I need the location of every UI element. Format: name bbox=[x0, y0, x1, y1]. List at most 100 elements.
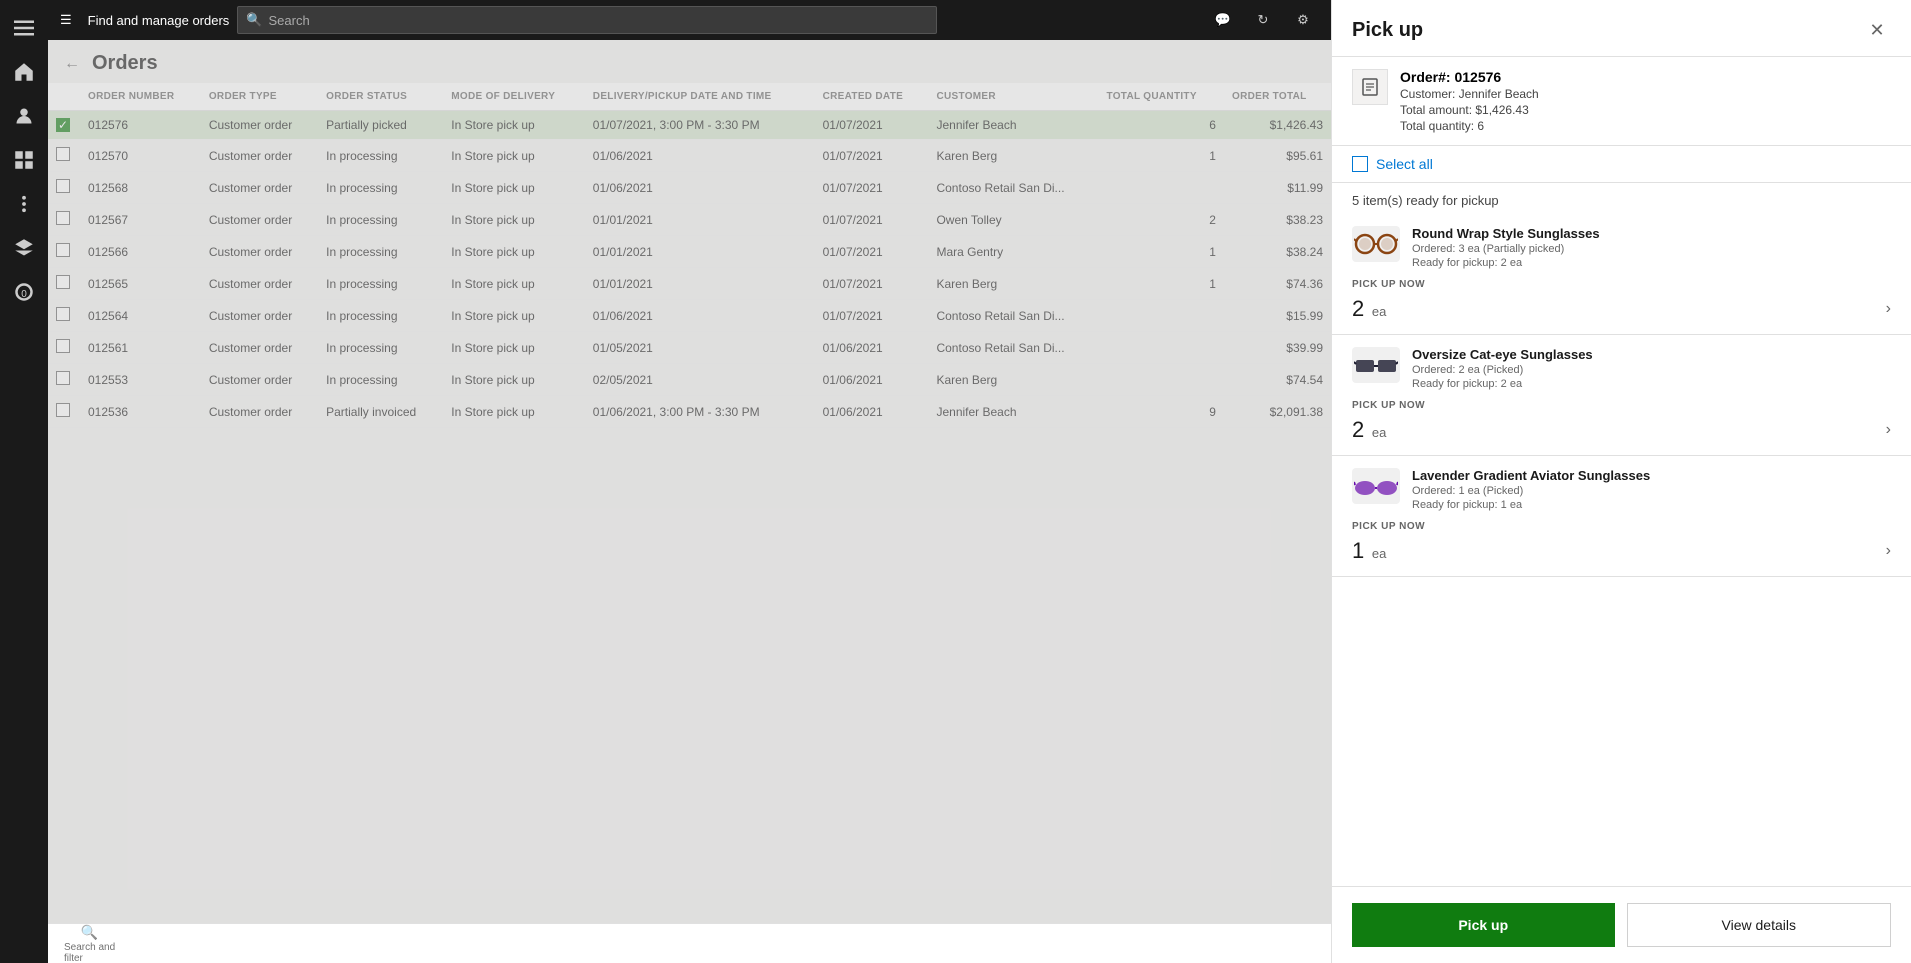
cell-total-qty bbox=[1099, 172, 1224, 204]
pickup-now-label: PICK UP NOW bbox=[1352, 521, 1891, 532]
search-icon: 🔍 bbox=[246, 12, 262, 28]
cell-order-status: In processing bbox=[318, 364, 443, 396]
item-top: Oversize Cat-eye Sunglasses Ordered: 2 e… bbox=[1352, 347, 1891, 390]
cell-created-date: 01/06/2021 bbox=[815, 332, 929, 364]
cell-total-qty: 1 bbox=[1099, 236, 1224, 268]
row-checkbox[interactable] bbox=[56, 307, 70, 321]
menu-dots-icon[interactable] bbox=[4, 184, 44, 224]
layers-icon[interactable] bbox=[4, 228, 44, 268]
select-all-icon bbox=[1352, 156, 1368, 172]
col-order-status: ORDER STATUS bbox=[318, 83, 443, 111]
cell-order-type: Customer order bbox=[201, 268, 318, 300]
item-top: Round Wrap Style Sunglasses Ordered: 3 e… bbox=[1352, 226, 1891, 269]
table-row[interactable]: 012568Customer orderIn processingIn Stor… bbox=[48, 172, 1331, 204]
item-top: Lavender Gradient Aviator Sunglasses Ord… bbox=[1352, 468, 1891, 511]
cell-order-total: $74.54 bbox=[1224, 364, 1331, 396]
home-icon[interactable] bbox=[4, 52, 44, 92]
cell-created-date: 01/07/2021 bbox=[815, 268, 929, 300]
hamburger-icon[interactable]: ☰ bbox=[60, 12, 72, 28]
table-row[interactable]: ✓012576Customer orderPartially pickedIn … bbox=[48, 111, 1331, 140]
select-all-row[interactable]: Select all bbox=[1332, 146, 1911, 183]
item-card: Round Wrap Style Sunglasses Ordered: 3 e… bbox=[1332, 214, 1911, 335]
cell-customer: Contoso Retail San Di... bbox=[928, 332, 1098, 364]
cell-delivery-date: 01/06/2021, 3:00 PM - 3:30 PM bbox=[585, 396, 815, 428]
cell-customer: Karen Berg bbox=[928, 140, 1098, 172]
menu-icon[interactable] bbox=[4, 8, 44, 48]
pickup-button[interactable]: Pick up bbox=[1352, 903, 1615, 947]
settings-icon[interactable]: ⚙ bbox=[1287, 4, 1319, 36]
table-row[interactable]: 012566Customer orderIn processingIn Stor… bbox=[48, 236, 1331, 268]
cell-customer: Jennifer Beach bbox=[928, 111, 1098, 140]
cell-total-qty bbox=[1099, 332, 1224, 364]
item-pickup-section: PICK UP NOW 1 ea › bbox=[1352, 521, 1891, 564]
pickup-qty: 1 bbox=[1352, 538, 1364, 563]
header-checkbox[interactable] bbox=[48, 83, 80, 111]
grid-icon[interactable] bbox=[4, 140, 44, 180]
orders-table-container[interactable]: ORDER NUMBER ORDER TYPE ORDER STATUS MOD… bbox=[48, 83, 1331, 923]
table-row[interactable]: 012536Customer orderPartially invoicedIn… bbox=[48, 396, 1331, 428]
row-checkbox[interactable] bbox=[56, 179, 70, 193]
cell-order-number: 012576 bbox=[80, 111, 201, 140]
row-checkbox[interactable] bbox=[56, 147, 70, 161]
glasses-icon bbox=[1352, 226, 1400, 262]
item-pickup-section: PICK UP NOW 2 ea › bbox=[1352, 400, 1891, 443]
col-mode-delivery: MODE OF DELIVERY bbox=[443, 83, 585, 111]
row-checkbox[interactable] bbox=[56, 243, 70, 257]
circle-icon[interactable]: 0 bbox=[4, 272, 44, 312]
cell-order-total: $74.36 bbox=[1224, 268, 1331, 300]
table-row[interactable]: 012564Customer orderIn processingIn Stor… bbox=[48, 300, 1331, 332]
pickup-qty-row: 1 ea › bbox=[1352, 538, 1891, 564]
cell-total-qty: 1 bbox=[1099, 140, 1224, 172]
table-row[interactable]: 012561Customer orderIn processingIn Stor… bbox=[48, 332, 1331, 364]
search-filter-button[interactable]: 🔍 Search and filter bbox=[64, 924, 115, 963]
cell-customer: Karen Berg bbox=[928, 364, 1098, 396]
cell-order-type: Customer order bbox=[201, 172, 318, 204]
sidebar: 0 bbox=[0, 0, 48, 963]
topbar-actions: 💬 ↻ ⚙ bbox=[1207, 4, 1319, 36]
view-details-button[interactable]: View details bbox=[1627, 903, 1892, 947]
search-filter-label: Search and filter bbox=[64, 942, 115, 963]
main-area: ☰ Find and manage orders 🔍 Search 💬 ↻ ⚙ … bbox=[48, 0, 1331, 963]
glasses-icon bbox=[1352, 468, 1400, 504]
panel-header: Pick up ✕ bbox=[1332, 0, 1911, 57]
refresh-icon[interactable]: ↻ bbox=[1247, 4, 1279, 36]
pickup-unit: ea bbox=[1372, 425, 1386, 440]
cell-order-number: 012536 bbox=[80, 396, 201, 428]
chevron-right-icon[interactable]: › bbox=[1886, 542, 1891, 560]
row-checkbox[interactable] bbox=[56, 211, 70, 225]
table-row[interactable]: 012553Customer orderIn processingIn Stor… bbox=[48, 364, 1331, 396]
item-name: Oversize Cat-eye Sunglasses bbox=[1412, 347, 1891, 362]
item-ready: Ready for pickup: 1 ea bbox=[1412, 499, 1891, 511]
cell-created-date: 01/06/2021 bbox=[815, 364, 929, 396]
col-order-type: ORDER TYPE bbox=[201, 83, 318, 111]
order-quantity: Total quantity: 6 bbox=[1400, 119, 1891, 133]
search-bar[interactable]: 🔍 Search bbox=[237, 6, 937, 34]
item-name: Round Wrap Style Sunglasses bbox=[1412, 226, 1891, 241]
table-row[interactable]: 012567Customer orderIn processingIn Stor… bbox=[48, 204, 1331, 236]
item-ready: Ready for pickup: 2 ea bbox=[1412, 378, 1891, 390]
table-row[interactable]: 012565Customer orderIn processingIn Stor… bbox=[48, 268, 1331, 300]
chat-icon[interactable]: 💬 bbox=[1207, 4, 1239, 36]
panel-order-info: Order#: 012576 Customer: Jennifer Beach … bbox=[1332, 57, 1911, 146]
cell-order-number: 012561 bbox=[80, 332, 201, 364]
row-checkbox[interactable] bbox=[56, 275, 70, 289]
page-content: ← Orders ORDER NUMBER ORDER TYPE ORDER S… bbox=[48, 40, 1331, 963]
col-order-number: ORDER NUMBER bbox=[80, 83, 201, 111]
order-number: Order#: 012576 bbox=[1400, 69, 1891, 85]
row-checkbox[interactable]: ✓ bbox=[56, 118, 70, 132]
row-checkbox[interactable] bbox=[56, 371, 70, 385]
order-customer: Customer: Jennifer Beach bbox=[1400, 87, 1891, 101]
pickup-now-label: PICK UP NOW bbox=[1352, 279, 1891, 290]
svg-text:0: 0 bbox=[21, 289, 27, 300]
back-button[interactable]: ← bbox=[64, 55, 80, 73]
close-button[interactable]: ✕ bbox=[1863, 16, 1891, 44]
orders-tbody: ✓012576Customer orderPartially pickedIn … bbox=[48, 111, 1331, 428]
chevron-right-icon[interactable]: › bbox=[1886, 300, 1891, 318]
users-icon[interactable] bbox=[4, 96, 44, 136]
chevron-right-icon[interactable]: › bbox=[1886, 421, 1891, 439]
row-checkbox[interactable] bbox=[56, 339, 70, 353]
search-filter-icon: 🔍 bbox=[81, 924, 98, 941]
row-checkbox[interactable] bbox=[56, 403, 70, 417]
table-row[interactable]: 012570Customer orderIn processingIn Stor… bbox=[48, 140, 1331, 172]
cell-created-date: 01/07/2021 bbox=[815, 111, 929, 140]
